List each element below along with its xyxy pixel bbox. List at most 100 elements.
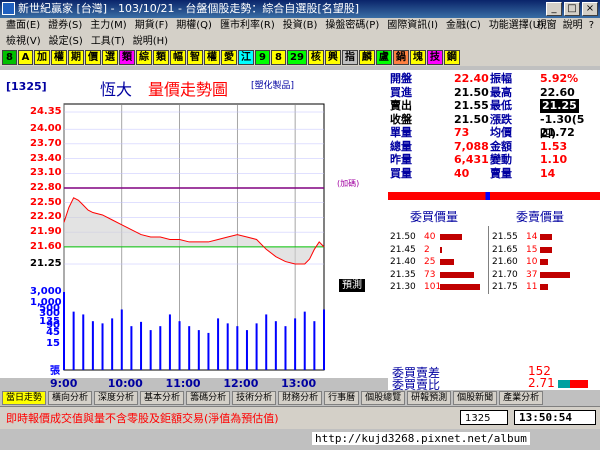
menu-tool[interactable]: 視窗 bbox=[537, 18, 557, 34]
menu-right-tools: 視窗 說明? bbox=[537, 18, 594, 34]
quote-value: 1.53 bbox=[540, 139, 568, 153]
bottom-tab-strip: 當日走勢 橫向分析 深度分析 基本分析 籌碼分析 技術分析 財務分析 行事曆 個股總覽 研報預測個… bbox=[0, 391, 600, 405]
maximize-button[interactable]: □ bbox=[564, 2, 580, 16]
bottom-tab[interactable]: 產業分析 bbox=[499, 391, 544, 405]
toolbar-button[interactable]: 盧 bbox=[375, 50, 392, 65]
menu-item[interactable]: 工具(T) bbox=[87, 34, 129, 50]
time-tick-label: 9:00 bbox=[50, 377, 78, 390]
forecast-button[interactable]: 預測 bbox=[339, 279, 365, 292]
toolbar-button[interactable]: 鍋 bbox=[392, 50, 409, 65]
book-ratio-value: 2.71 bbox=[528, 376, 555, 390]
quote-row: 買進 21.50 最高 22.60 bbox=[390, 86, 600, 100]
menu-item[interactable]: 操盤密碼(P) bbox=[321, 18, 383, 34]
bottom-tab[interactable]: 當日走勢 bbox=[2, 391, 47, 405]
menu-item[interactable]: 檢視(V) bbox=[2, 34, 45, 50]
toolbar-button[interactable]: 類 bbox=[153, 50, 169, 65]
toolbar-button[interactable]: 價 bbox=[85, 50, 101, 65]
price-tick-label: 23.10 bbox=[30, 167, 62, 179]
bottom-tab[interactable]: 技術分析 bbox=[232, 391, 277, 405]
buy-price: 21.50 bbox=[390, 232, 416, 242]
toolbar-button[interactable]: 江 bbox=[238, 50, 254, 65]
toolbar-button[interactable]: 加 bbox=[34, 50, 50, 65]
toolbar-button[interactable]: 幅 bbox=[170, 50, 186, 65]
toolbar-button[interactable]: 核 bbox=[307, 50, 324, 65]
bottom-tab[interactable]: 基本分析 bbox=[140, 391, 185, 405]
quote-value: 1.10 bbox=[540, 153, 568, 166]
price-tick-label: 21.90 bbox=[30, 226, 62, 238]
menu-item[interactable]: 國際資訊(I) bbox=[383, 18, 442, 34]
quote-label: 收盤 bbox=[390, 112, 412, 126]
toolbar-button[interactable]: 8 bbox=[271, 50, 286, 65]
toolbar-button[interactable]: 鋼 bbox=[443, 50, 460, 65]
menu-item[interactable]: 匯市利率(R) bbox=[216, 18, 279, 34]
menu-item[interactable]: 期貨(F) bbox=[131, 18, 173, 34]
close-button[interactable]: × bbox=[582, 2, 598, 16]
quote-value: 40 bbox=[454, 166, 470, 180]
toolbar-button[interactable]: 權 bbox=[204, 50, 220, 65]
sell-qty: 14 bbox=[526, 232, 538, 242]
toolbar-button[interactable]: 29 bbox=[287, 50, 307, 65]
bottom-tab[interactable]: 財務分析 bbox=[278, 391, 323, 405]
menu-tool[interactable]: ? bbox=[589, 18, 594, 34]
toolbar: 8 A 加權期價選類綜類幅智權愛江 9 8 29 核興指麟盧鍋塊技鋼 bbox=[0, 50, 600, 66]
toolbar-button[interactable]: 智 bbox=[187, 50, 203, 65]
clock: 13:50:54 bbox=[514, 410, 596, 425]
bottom-tab[interactable]: 個股新聞 bbox=[453, 391, 498, 405]
minimize-button[interactable]: _ bbox=[546, 2, 562, 16]
menu-item[interactable]: 說明(H) bbox=[129, 34, 172, 50]
sell-price: 21.65 bbox=[492, 244, 518, 255]
bottom-tab[interactable]: 深度分析 bbox=[94, 391, 139, 405]
toolbar-button[interactable]: 9 bbox=[255, 50, 270, 65]
toolbar-button[interactable]: 塊 bbox=[409, 50, 426, 65]
price-tick-label: 22.80 bbox=[30, 182, 62, 193]
buy-qty: 73 bbox=[424, 269, 436, 280]
menu-item[interactable]: 金融(C) bbox=[442, 18, 485, 34]
sell-price: 21.55 bbox=[492, 232, 518, 242]
bottom-tab[interactable]: 研報預測 bbox=[407, 391, 452, 405]
price-tick-label: 24.00 bbox=[30, 123, 62, 135]
toolbar-button[interactable]: 選 bbox=[102, 50, 118, 65]
toolbar-button[interactable]: 8 bbox=[2, 50, 17, 65]
stock-code-input[interactable]: 1325 bbox=[460, 410, 508, 425]
quote-value: 21.50 bbox=[454, 112, 489, 126]
toolbar-button[interactable]: 技 bbox=[426, 50, 443, 65]
menu-bar: 盡面(E) 證券(S) 主力(M) 期貨(F) 期權(Q) 匯市利率(R) 投資(B) 操盤密… bbox=[0, 18, 600, 51]
buy-price: 21.30 bbox=[390, 282, 416, 292]
quote-value: 22.60 bbox=[540, 85, 575, 99]
toolbar-button[interactable]: 興 bbox=[324, 50, 341, 65]
quote-label: 買進 bbox=[390, 85, 412, 99]
quote-label: 總量 bbox=[390, 139, 412, 153]
buy-price: 21.45 bbox=[390, 244, 416, 255]
toolbar-button[interactable]: 愛 bbox=[221, 50, 237, 65]
quote-label: 漲跌 bbox=[490, 112, 512, 126]
window-controls: _ □ × bbox=[546, 2, 598, 16]
menu-item[interactable]: 期權(Q) bbox=[172, 18, 216, 34]
price-tick-label: 23.70 bbox=[30, 137, 62, 149]
bottom-tab[interactable]: 行事曆 bbox=[324, 391, 360, 405]
menu-item[interactable]: 主力(M) bbox=[86, 18, 130, 34]
toolbar-button[interactable]: 權 bbox=[51, 50, 67, 65]
menu-item[interactable]: 設定(S) bbox=[45, 34, 87, 50]
sell-price: 21.70 bbox=[492, 269, 518, 280]
menu-item[interactable]: 證券(S) bbox=[44, 18, 86, 34]
bottom-tab[interactable]: 橫向分析 bbox=[48, 391, 93, 405]
toolbar-button[interactable]: 綜 bbox=[136, 50, 152, 65]
toolbar-button[interactable]: 麟 bbox=[358, 50, 375, 65]
book-divider bbox=[488, 226, 489, 294]
watermark: http://kujd3268.pixnet.net/album bbox=[312, 432, 530, 445]
toolbar-button[interactable]: 類 bbox=[119, 50, 135, 65]
bottom-tab[interactable]: 籌碼分析 bbox=[186, 391, 231, 405]
buy-qty: 25 bbox=[424, 257, 436, 267]
menu-item[interactable]: 投資(B) bbox=[279, 18, 322, 34]
quote-label: 買量 bbox=[390, 166, 412, 180]
menu-tool[interactable]: 說明 bbox=[563, 18, 583, 34]
toolbar-button[interactable]: A bbox=[18, 50, 33, 65]
sell-qty: 15 bbox=[526, 244, 538, 255]
menu-item[interactable]: 盡面(E) bbox=[2, 18, 44, 34]
sell-qty-bar bbox=[540, 284, 548, 290]
bottom-tab[interactable]: 個股總覽 bbox=[361, 391, 406, 405]
buy-qty: 40 bbox=[424, 232, 436, 242]
toolbar-button[interactable]: 期 bbox=[68, 50, 84, 65]
sell-qty-bar bbox=[540, 234, 552, 240]
toolbar-button[interactable]: 指 bbox=[341, 50, 358, 65]
